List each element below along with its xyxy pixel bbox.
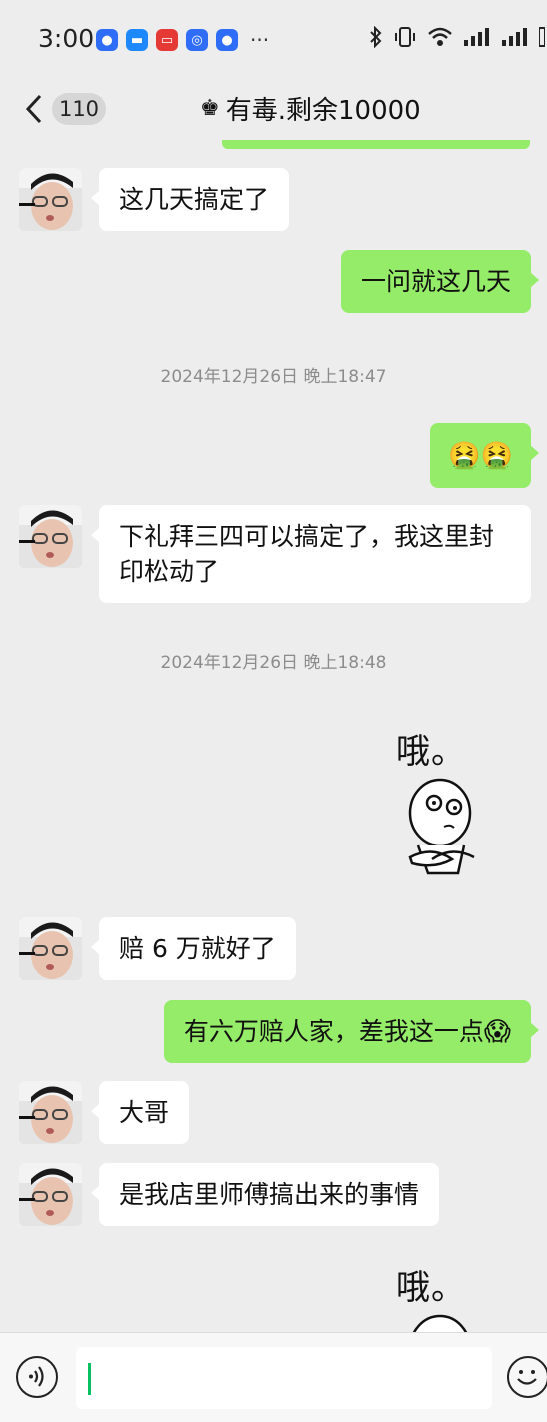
incoming-message-bubble[interactable]: 下礼拜三四可以搞定了，我这里封印松动了: [91, 505, 531, 603]
incoming-message-bubble[interactable]: 大哥: [90, 1081, 190, 1144]
outgoing-message-bubble[interactable]: 🤮🤮: [430, 423, 539, 488]
sticker-message[interactable]: 哦。: [396, 1260, 482, 1332]
vomiting-face-emoji: 🤮🤮: [448, 441, 513, 471]
crown-icon: ♚: [200, 96, 220, 121]
unread-count-badge[interactable]: 110: [52, 93, 106, 125]
bluetooth-icon: [370, 26, 382, 48]
back-icon[interactable]: [22, 92, 46, 126]
message-text: 是我店里师傅搞出来的事情: [119, 1180, 420, 1209]
screaming-face-emoji: 😱: [483, 1017, 511, 1047]
outgoing-message-bubble[interactable]: 有六万赔人家，差我这一点😱: [163, 1000, 540, 1063]
contact-avatar[interactable]: [19, 168, 82, 231]
message-text: 赔 6 万就好了: [119, 934, 276, 963]
message-text: 下礼拜三四可以搞定了，我这里封印松动了: [119, 522, 495, 586]
baidu-icon: ●: [96, 29, 118, 51]
battery-icon: [539, 27, 545, 47]
smiley-icon: [517, 1370, 537, 1385]
browser-icon: ◎: [186, 29, 208, 51]
status-app-icons: ● ▬ ▭ ◎ ● ···: [96, 28, 269, 52]
message-text: 有六万赔人家，差我这一点: [183, 1017, 484, 1046]
contact-avatar[interactable]: [19, 917, 82, 980]
status-time: 3:00: [38, 24, 95, 53]
stickman-thinking-sticker: [412, 1314, 468, 1332]
text-caret: [88, 1363, 91, 1395]
signal-icon: [502, 28, 527, 46]
previous-message-bubble: [222, 140, 530, 149]
contact-avatar[interactable]: [19, 1081, 82, 1144]
message-timestamp: 2024年12月26日 晚上18:47: [160, 367, 387, 387]
vibrate-icon: [395, 27, 415, 47]
status-indicators: [369, 26, 545, 48]
voice-icon: [29, 1366, 44, 1387]
more-notifications-icon: ···: [250, 28, 270, 52]
emoji-button[interactable]: [507, 1356, 547, 1398]
message-text: 一问就这几天: [360, 267, 511, 296]
message-text: 这几天搞定了: [119, 185, 270, 214]
voice-input-button[interactable]: [16, 1356, 58, 1398]
wifi-icon: [428, 27, 452, 46]
chat-title[interactable]: ♚ 有毒.剩余10000: [200, 90, 421, 127]
message-text-input[interactable]: [76, 1347, 492, 1409]
contact-avatar[interactable]: [19, 1163, 82, 1226]
contact-avatar[interactable]: [19, 505, 82, 568]
sticker-caption: 哦。: [396, 732, 466, 772]
chat-title-text: 有毒.剩余10000: [225, 96, 421, 126]
incoming-message-bubble[interactable]: 是我店里师傅搞出来的事情: [90, 1163, 440, 1226]
baidu-icon: ●: [216, 29, 238, 51]
video-icon: ▭: [156, 29, 178, 51]
status-bar: 3:00 ● ▬ ▭ ◎ ● ···: [0, 0, 547, 78]
message-timestamp: 2024年12月26日 晚上18:48: [160, 653, 387, 673]
signal-icon: [464, 28, 489, 46]
message-text: 大哥: [119, 1098, 170, 1127]
outgoing-message-bubble[interactable]: 一问就这几天: [340, 250, 540, 313]
incoming-message-bubble[interactable]: 赔 6 万就好了: [91, 917, 296, 980]
chat-header: 110 ♚ 有毒.剩余10000: [0, 78, 547, 140]
incoming-message-bubble[interactable]: 这几天搞定了: [90, 168, 290, 231]
message-icon: ▬: [126, 29, 148, 51]
sticker-message[interactable]: 哦。: [396, 724, 482, 893]
sticker-caption: 哦。: [396, 1268, 466, 1308]
message-list[interactable]: 这几天搞定了 一问就这几天 2024年12月26日 晚上18:47 🤮🤮 下礼拜…: [0, 140, 547, 1332]
stickman-thinking-sticker: [408, 778, 475, 875]
message-input-bar: [0, 1332, 547, 1422]
